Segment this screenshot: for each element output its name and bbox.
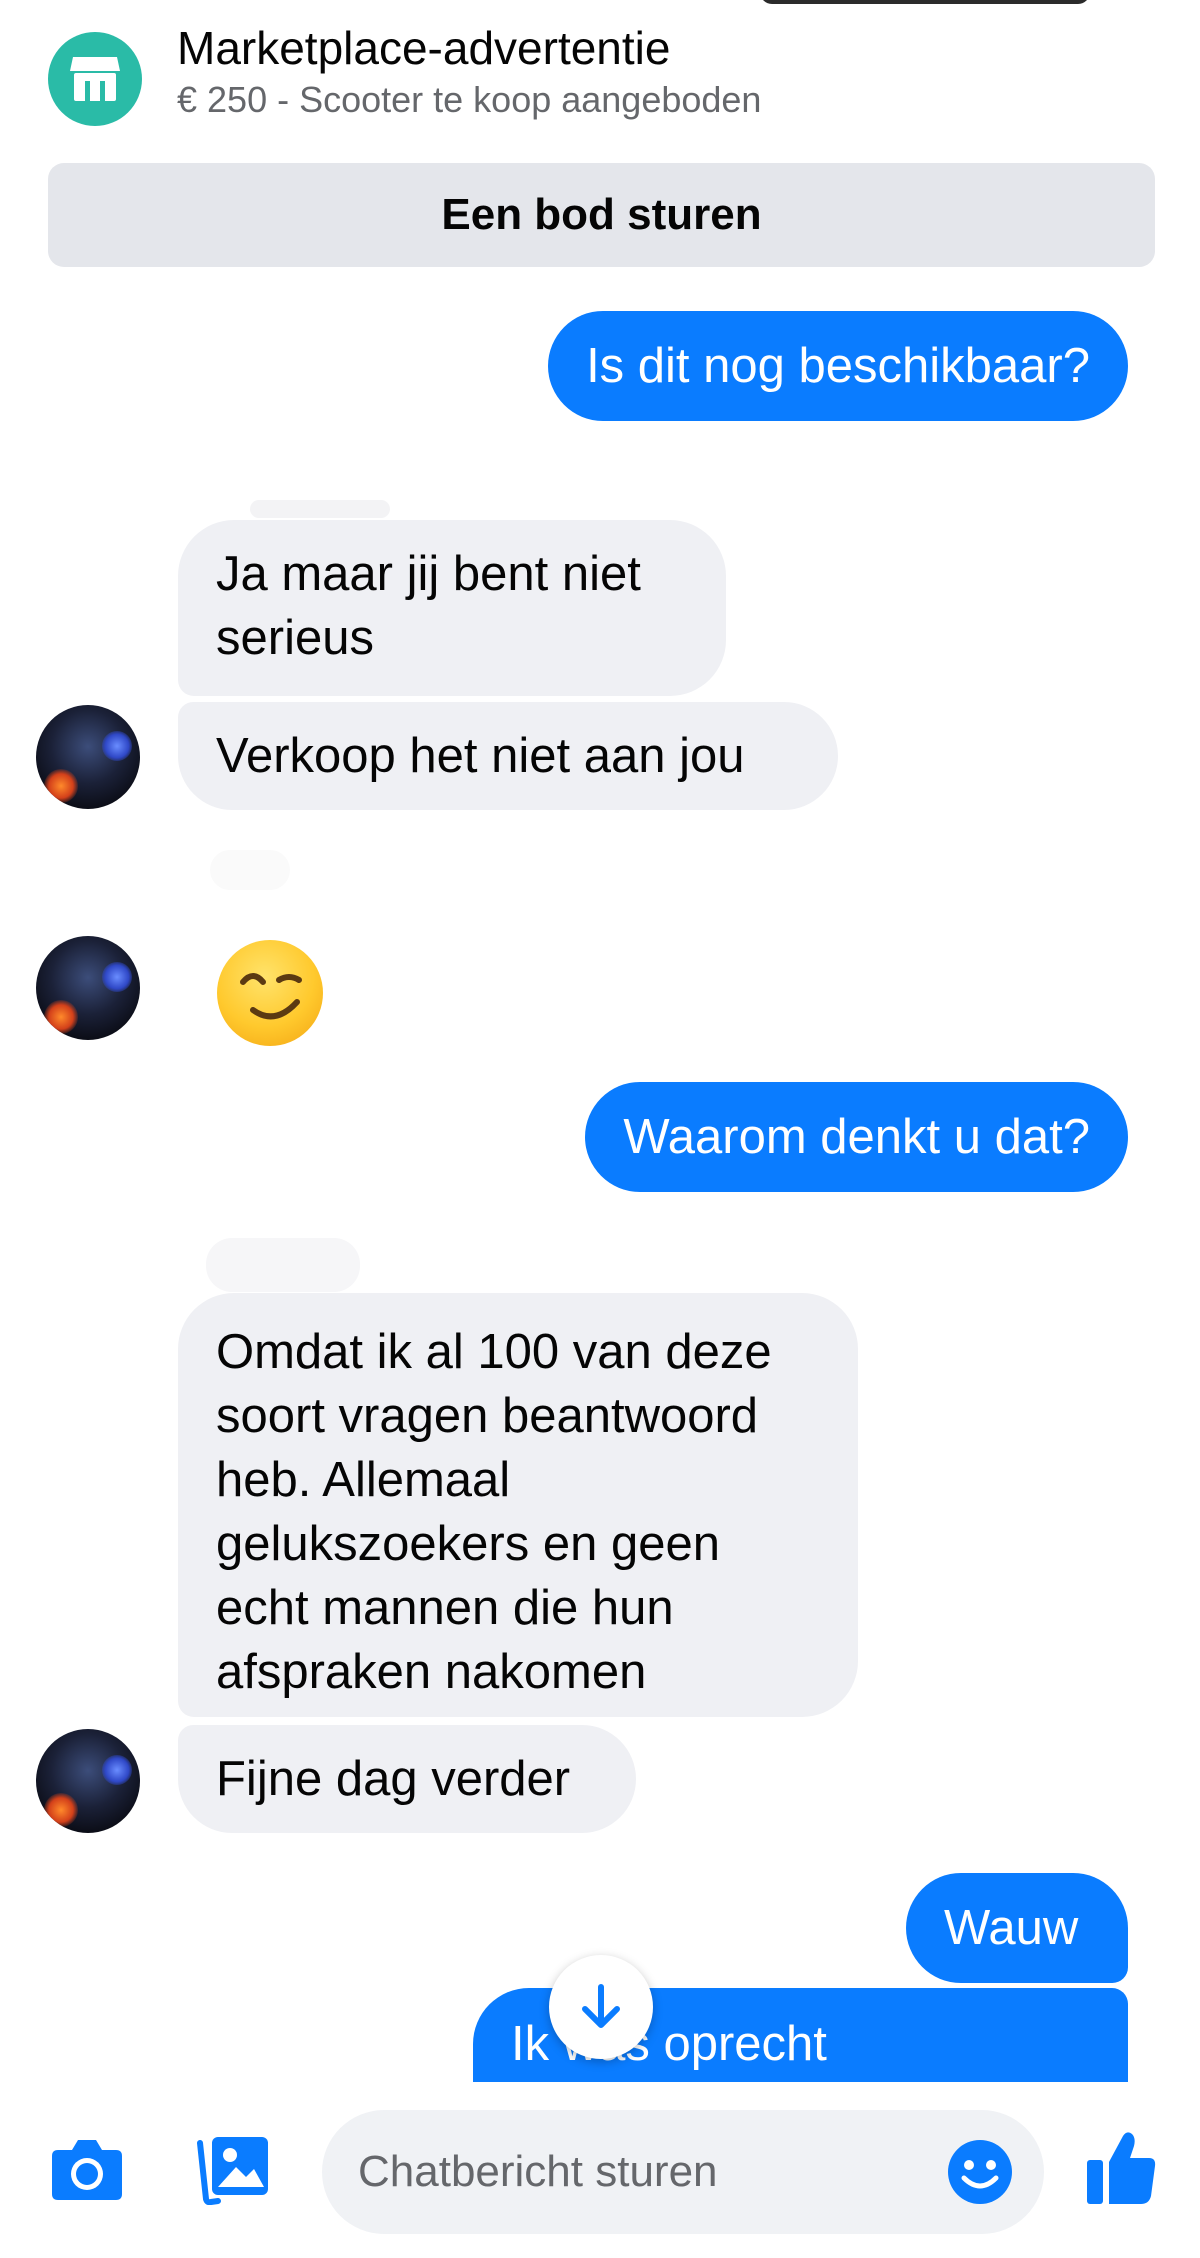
camera-icon (52, 2140, 122, 2200)
message-incoming[interactable]: Verkoop het niet aan jou (178, 702, 838, 810)
message-outgoing[interactable]: Wauw (906, 1873, 1128, 1983)
sender-name-redacted (210, 850, 290, 890)
camera-button[interactable] (50, 2136, 124, 2202)
message-incoming[interactable]: Ja maar jij bent niet serieus (178, 520, 726, 696)
emoji-button[interactable] (946, 2138, 1014, 2206)
message-incoming[interactable]: Fijne dag verder (178, 1725, 636, 1833)
emoji-icon (948, 2140, 1012, 2204)
listing-subtitle: € 250 - Scooter te koop aangeboden (177, 79, 762, 120)
message-incoming[interactable]: Omdat ik al 100 van deze soort vragen be… (178, 1293, 858, 1717)
seller-avatar[interactable] (36, 705, 140, 809)
seller-avatar[interactable] (36, 1729, 140, 1833)
store-icon (48, 32, 142, 126)
status-bar-notch (760, 0, 1090, 4)
gallery-button[interactable] (196, 2133, 270, 2206)
gallery-icon (197, 2137, 268, 2206)
message-outgoing[interactable]: Waarom denkt u dat? (585, 1082, 1128, 1192)
thumbs-up-icon (1087, 2132, 1156, 2204)
wink-emoji-message[interactable] (217, 940, 323, 1046)
like-button[interactable] (1085, 2130, 1157, 2206)
message-outgoing[interactable]: Is dit nog beschikbaar? (548, 311, 1128, 421)
send-offer-button[interactable]: Een bod sturen (48, 163, 1155, 267)
listing-title[interactable]: Marketplace-advertentie (177, 20, 670, 76)
sender-name-redacted (250, 500, 390, 518)
sender-name-redacted (206, 1238, 360, 1292)
message-input[interactable]: Chatbericht sturen (322, 2110, 1044, 2234)
message-input-placeholder: Chatbericht sturen (358, 2147, 718, 2196)
seller-avatar[interactable] (36, 936, 140, 1040)
scroll-to-bottom-button[interactable] (549, 1955, 653, 2059)
arrow-down-icon (582, 1984, 620, 2028)
